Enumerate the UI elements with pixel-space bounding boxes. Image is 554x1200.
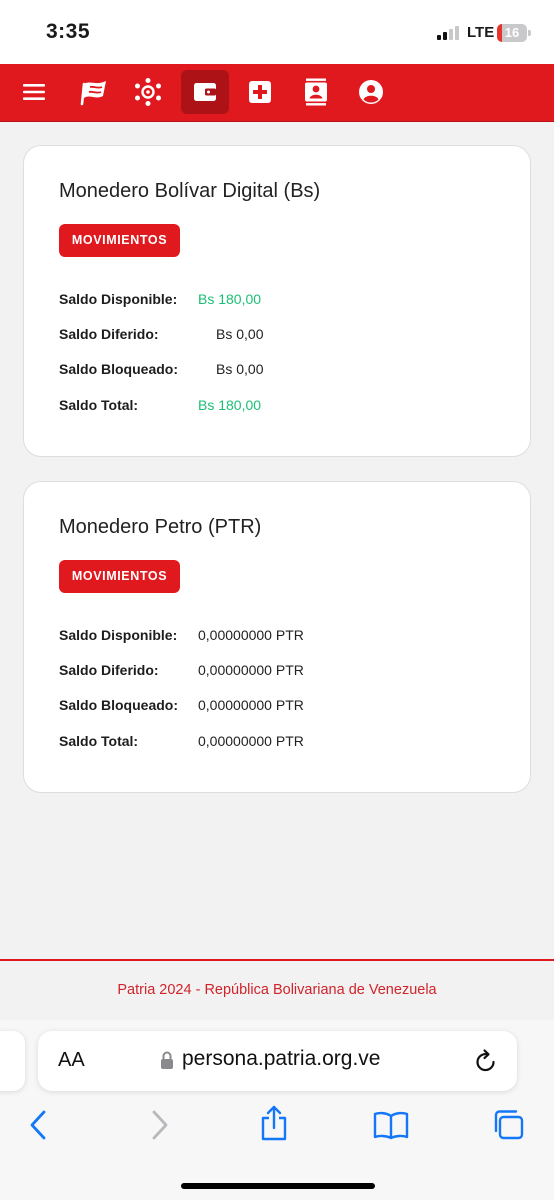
wallet-icon bbox=[194, 83, 216, 101]
saldo-diferido-value: 0,00000000 PTR bbox=[198, 662, 304, 678]
contact-card-icon bbox=[305, 78, 327, 106]
hamburger-menu-icon bbox=[23, 84, 45, 100]
saldo-disponible-value: Bs 180,00 bbox=[198, 291, 262, 307]
battery-icon: 16 bbox=[497, 24, 527, 42]
saldo-bloqueado-label: Saldo Bloqueado: bbox=[59, 361, 178, 377]
text-size-button[interactable]: AA bbox=[58, 1049, 85, 1072]
address-bar[interactable]: AA persona.patria.org.ve bbox=[38, 1031, 517, 1091]
wallet-title: Monedero Petro (PTR) bbox=[59, 516, 262, 538]
movimientos-button[interactable]: MOVIMIENTOS bbox=[59, 560, 180, 593]
saldo-diferido-label: Saldo Diferido: bbox=[59, 326, 159, 342]
cellular-signal-icon bbox=[437, 26, 463, 40]
saldo-total-label: Saldo Total: bbox=[59, 397, 139, 413]
tabs-icon[interactable] bbox=[492, 1109, 526, 1141]
nav-network-button[interactable] bbox=[124, 70, 172, 114]
wallet-card-bolivar: Monedero Bolívar Digital (Bs) MOVIMIENTO… bbox=[23, 145, 531, 457]
previous-tab-preview[interactable] bbox=[0, 1031, 25, 1091]
reload-icon[interactable] bbox=[474, 1048, 498, 1074]
footer-divider bbox=[0, 959, 554, 961]
saldo-diferido-label: Saldo Diferido: bbox=[59, 662, 159, 678]
forward-icon[interactable] bbox=[148, 1108, 170, 1142]
battery-level: 16 bbox=[504, 25, 520, 40]
network-type: LTE bbox=[467, 24, 495, 41]
wallet-card-petro: Monedero Petro (PTR) MOVIMIENTOS Saldo D… bbox=[23, 481, 531, 793]
home-indicator bbox=[181, 1183, 375, 1189]
nav-health-button[interactable] bbox=[236, 70, 284, 114]
saldo-bloqueado-value: Bs 0,00 bbox=[216, 361, 264, 377]
footer-text: Patria 2024 - República Bolivariana de V… bbox=[117, 982, 437, 998]
saldo-bloqueado-value: 0,00000000 PTR bbox=[198, 697, 304, 713]
wallet-title: Monedero Bolívar Digital (Bs) bbox=[59, 180, 321, 202]
saldo-disponible-value: 0,00000000 PTR bbox=[198, 627, 304, 643]
saldo-total-value: 0,00000000 PTR bbox=[198, 733, 304, 749]
saldo-bloqueado-label: Saldo Bloqueado: bbox=[59, 697, 178, 713]
share-icon[interactable] bbox=[258, 1104, 290, 1142]
lock-icon bbox=[161, 1051, 173, 1069]
saldo-diferido-value: Bs 0,00 bbox=[216, 326, 264, 342]
nav-profile-button[interactable] bbox=[347, 70, 395, 114]
network-hub-icon bbox=[135, 78, 161, 106]
flag-logo-icon bbox=[80, 81, 106, 106]
nav-contacts-button[interactable] bbox=[292, 70, 340, 114]
saldo-total-value: Bs 180,00 bbox=[198, 397, 262, 413]
nav-home-button[interactable] bbox=[71, 70, 119, 114]
saldo-disponible-label: Saldo Disponible: bbox=[59, 291, 178, 307]
user-profile-icon bbox=[359, 80, 383, 104]
saldo-disponible-label: Saldo Disponible: bbox=[59, 627, 178, 643]
health-cross-icon bbox=[249, 81, 271, 103]
saldo-total-label: Saldo Total: bbox=[59, 733, 139, 749]
back-icon[interactable] bbox=[28, 1108, 50, 1142]
status-time: 3:35 bbox=[46, 20, 91, 43]
movimientos-button[interactable]: MOVIMIENTOS bbox=[59, 224, 180, 257]
bookmarks-icon[interactable] bbox=[373, 1110, 409, 1140]
url-text[interactable]: persona.patria.org.ve bbox=[182, 1047, 380, 1071]
app-navbar bbox=[0, 64, 554, 122]
nav-wallet-button[interactable] bbox=[181, 70, 229, 114]
menu-button[interactable] bbox=[10, 70, 58, 114]
status-bar: 3:35 LTE 16 bbox=[0, 0, 554, 64]
battery-tip bbox=[528, 30, 531, 36]
